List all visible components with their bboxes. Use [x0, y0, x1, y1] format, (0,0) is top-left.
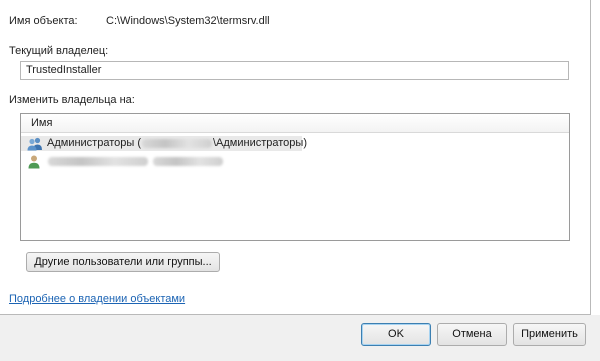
list-item-label-suffix: \Администраторы) — [213, 137, 307, 149]
change-owner-label: Изменить владельца на: — [9, 94, 135, 106]
list-item-label-prefix: Администраторы ( — [47, 137, 141, 149]
object-name-label: Имя объекта: — [9, 15, 78, 27]
redacted-paren — [149, 155, 152, 167]
owner-panel: Имя объекта: C:\Windows\System32\termsrv… — [0, 0, 591, 315]
owner-list[interactable]: Имя Администраторы ( \Администраторы) — [20, 113, 570, 241]
ownership-help-link[interactable]: Подробнее о владении объектами — [9, 293, 185, 305]
current-owner-field[interactable]: TrustedInstaller — [20, 61, 569, 80]
redacted-domain — [142, 138, 212, 148]
object-name-value: C:\Windows\System32\termsrv.dll — [106, 15, 270, 27]
list-item-administrators[interactable]: Администраторы ( \Администраторы) — [21, 136, 307, 151]
redacted-user-domain — [153, 156, 224, 166]
user-group-icon — [27, 137, 42, 151]
cancel-button[interactable]: Отмена — [437, 323, 507, 346]
redacted-user-name — [48, 156, 148, 166]
ok-button[interactable]: OK — [361, 323, 431, 346]
apply-button[interactable]: Применить — [513, 323, 586, 346]
list-header-name[interactable]: Имя — [21, 114, 569, 133]
current-owner-label: Текущий владелец: — [9, 45, 109, 57]
user-icon — [28, 155, 40, 169]
other-users-button[interactable]: Другие пользователи или группы... — [26, 252, 220, 272]
dialog-button-bar — [0, 315, 600, 361]
list-item-user[interactable] — [21, 154, 302, 169]
